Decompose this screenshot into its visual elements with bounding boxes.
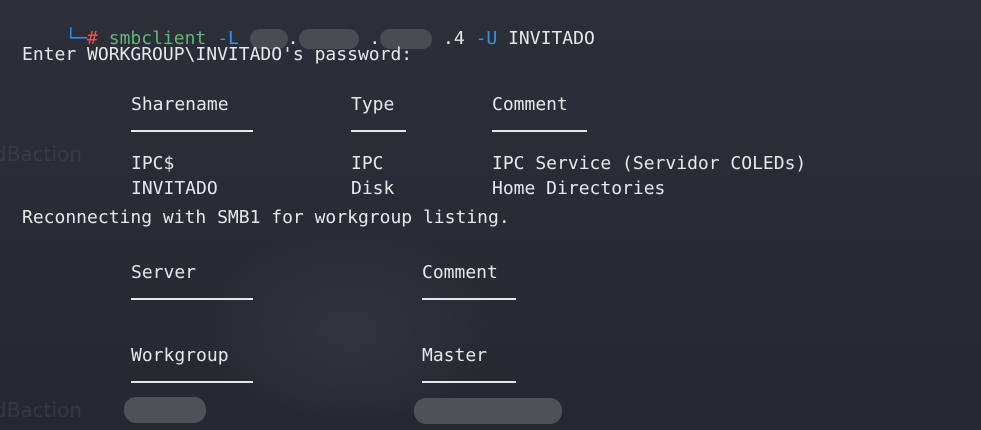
header-underline xyxy=(351,130,406,132)
header-comment: Comment xyxy=(492,94,568,115)
share-comment: Home Directories xyxy=(492,178,666,199)
password-prompt: Enter WORKGROUP\INVITADO's password: xyxy=(22,44,413,65)
watermark-text: dBaction xyxy=(0,142,82,166)
terminal-window[interactable]: dBaction dBaction └─# smbclient -L . . .… xyxy=(0,0,981,430)
header-underline xyxy=(422,381,516,383)
header-workgroup: Workgroup xyxy=(131,345,229,366)
header-underline xyxy=(131,130,253,132)
header-server-comment: Comment xyxy=(422,262,498,283)
share-name: INVITADO xyxy=(131,178,218,199)
header-server: Server xyxy=(131,262,197,283)
header-master: Master xyxy=(422,345,488,366)
share-type: IPC xyxy=(351,153,384,174)
header-underline xyxy=(131,381,253,383)
command-line: └─# smbclient -L . . .4 -U INVITADO xyxy=(22,6,595,49)
header-underline xyxy=(492,130,587,132)
ip-tail: .4 xyxy=(443,28,465,49)
flag-user: -U xyxy=(475,28,498,49)
share-comment: IPC Service (Servidor COLEDs) xyxy=(492,153,807,174)
header-underline xyxy=(422,298,516,300)
reconnect-message: Reconnecting with SMB1 for workgroup lis… xyxy=(22,207,510,228)
header-underline xyxy=(131,298,253,300)
redacted-master xyxy=(414,398,562,424)
user-arg: INVITADO xyxy=(508,28,595,49)
watermark-text: dBaction xyxy=(0,398,82,422)
share-name: IPC$ xyxy=(131,153,175,174)
header-type: Type xyxy=(351,94,395,115)
share-type: Disk xyxy=(351,178,395,199)
redacted-workgroup xyxy=(124,397,206,423)
header-sharename: Sharename xyxy=(131,94,229,115)
